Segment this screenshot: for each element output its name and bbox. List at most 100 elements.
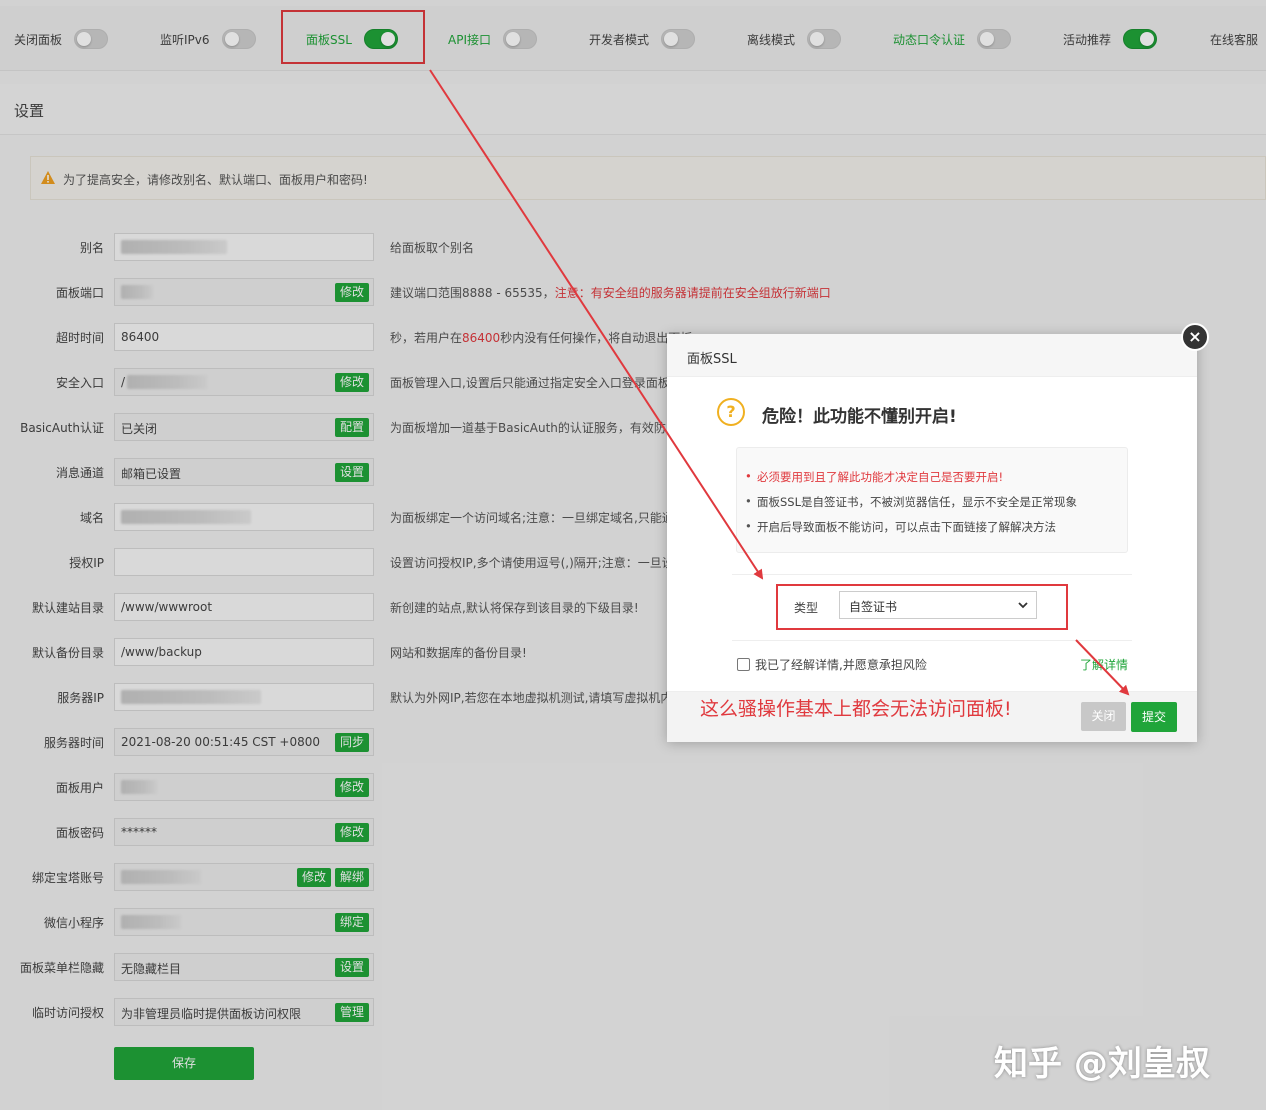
menu-hide-input[interactable]: 无隐藏栏目 设置 xyxy=(114,953,374,981)
close-button[interactable]: 关闭 xyxy=(1081,702,1126,731)
manage-button[interactable]: 管理 xyxy=(334,1003,369,1022)
temp-access-input[interactable]: 为非管理员临时提供面板访问权限 管理 xyxy=(114,998,374,1026)
modal-heading: 危险！此功能不懂别开启! xyxy=(762,407,957,427)
server-time-input[interactable]: 2021-08-20 00:51:45 CST +0800 同步 xyxy=(114,728,374,756)
panel-port-input[interactable]: 修改 xyxy=(114,278,374,306)
toggle-switch[interactable] xyxy=(1123,29,1158,49)
toggle-ipv6[interactable]: 监听IPv6 xyxy=(160,27,256,51)
hint-text-after: 秒内没有任何操作，将自动退出面板 xyxy=(500,331,693,345)
hint-text: 建议端口范围8888 - 65535， xyxy=(390,286,555,300)
edit-button[interactable]: 修改 xyxy=(296,868,331,887)
toggle-label: 监听IPv6 xyxy=(160,32,210,47)
backup-dir-input[interactable]: /www/backup xyxy=(114,638,374,666)
toggle-online-service[interactable]: 在线客服 xyxy=(1210,27,1266,51)
field-label: 安全入口 xyxy=(55,376,104,390)
field-value: /www/wwwroot xyxy=(121,600,213,614)
field-label: 默认备份目录 xyxy=(31,646,104,660)
message-channel-input[interactable]: 邮箱已设置 设置 xyxy=(114,458,374,486)
toggle-promo[interactable]: 活动推荐 xyxy=(1063,27,1158,51)
site-dir-input[interactable]: /www/wwwroot xyxy=(114,593,374,621)
row-wechat-miniapp: 微信小程序 绑定 xyxy=(0,908,1266,936)
blurred-value xyxy=(121,915,181,929)
annotation-text: 这么骚操作基本上都会无法访问面板! xyxy=(700,698,1012,720)
top-toggle-bar: 关闭面板 监听IPv6 面板SSL API接口 开发者模式 离线模式 动态口令认… xyxy=(0,6,1266,71)
toggle-switch[interactable] xyxy=(977,29,1012,49)
toggle-switch[interactable] xyxy=(221,29,256,49)
modal-title: 面板SSL xyxy=(687,352,737,367)
blurred-value xyxy=(121,285,153,299)
agree-checkbox[interactable] xyxy=(737,658,750,671)
toggle-offline[interactable]: 离线模式 xyxy=(747,27,842,51)
field-value: /www/backup xyxy=(121,645,202,659)
field-hint: 设置访问授权IP,多个请使用逗号(,)隔开;注意：一旦设 xyxy=(390,556,674,570)
list-item: 必须要用到且了解此功能才决定自己是否要开启! xyxy=(745,469,1003,485)
panel-password-input[interactable]: ****** 修改 xyxy=(114,818,374,846)
field-label: 临时访问授权 xyxy=(31,1006,104,1020)
alias-input[interactable] xyxy=(114,233,374,261)
row-panel-user: 面板用户 修改 xyxy=(0,773,1266,801)
ssl-highlight-box xyxy=(281,10,425,64)
blurred-value xyxy=(121,510,251,524)
divider xyxy=(732,640,1132,641)
toggle-label: 在线客服 xyxy=(1210,32,1259,47)
toggle-label: 离线模式 xyxy=(747,32,796,47)
edit-button[interactable]: 修改 xyxy=(334,373,369,392)
unbind-button[interactable]: 解绑 xyxy=(334,868,369,887)
edit-button[interactable]: 修改 xyxy=(334,283,369,302)
panel-user-input[interactable]: 修改 xyxy=(114,773,374,801)
field-hint: 给面板取个别名 xyxy=(390,241,475,255)
toggle-label: 动态口令认证 xyxy=(893,32,966,47)
toggle-close-panel[interactable]: 关闭面板 xyxy=(14,27,109,51)
field-value: ****** xyxy=(121,825,157,839)
agree-checkbox-row[interactable]: 我已了经解详情,并愿意承担风险 xyxy=(737,656,927,673)
toggle-switch[interactable] xyxy=(661,29,696,49)
row-alias: 别名 给面板取个别名 xyxy=(0,233,1266,261)
timeout-input[interactable]: 86400 xyxy=(114,323,374,351)
toggle-switch[interactable] xyxy=(503,29,537,49)
field-value: 已关闭 xyxy=(121,422,158,436)
field-value: 86400 xyxy=(121,330,160,344)
edit-button[interactable]: 修改 xyxy=(334,778,369,797)
submit-button[interactable]: 提交 xyxy=(1131,702,1177,732)
field-value: / xyxy=(121,375,126,389)
row-bt-account: 绑定宝塔账号 修改 解绑 xyxy=(0,863,1266,891)
bt-account-input[interactable]: 修改 解绑 xyxy=(114,863,374,891)
close-icon[interactable]: × xyxy=(1181,323,1209,351)
toggle-label: 活动推荐 xyxy=(1063,32,1112,47)
field-value: 2021-08-20 00:51:45 CST +0800 xyxy=(121,735,320,749)
field-hint: 建议端口范围8888 - 65535，注意：有安全组的服务器请提前在安全组放行新… xyxy=(390,284,831,301)
toggle-switch[interactable] xyxy=(74,29,109,49)
toggle-dev-mode[interactable]: 开发者模式 xyxy=(589,27,696,51)
field-label: 域名 xyxy=(79,511,104,525)
sync-button[interactable]: 同步 xyxy=(334,733,369,752)
field-hint: 网站和数据库的备份目录! xyxy=(390,646,527,660)
auth-ip-input[interactable] xyxy=(114,548,374,576)
save-button[interactable]: 保存 xyxy=(114,1047,254,1080)
field-value: 邮箱已设置 xyxy=(121,467,182,481)
domain-input[interactable] xyxy=(114,503,374,531)
toggle-api[interactable]: API接口 xyxy=(448,27,537,51)
bind-button[interactable]: 绑定 xyxy=(334,913,369,932)
toggle-switch[interactable] xyxy=(807,29,842,49)
wechat-input[interactable]: 绑定 xyxy=(114,908,374,936)
divider xyxy=(732,574,1132,575)
row-panel-port: 面板端口 修改 建议端口范围8888 - 65535，注意：有安全组的服务器请提… xyxy=(0,278,1266,306)
learn-more-link[interactable]: 了解详情 xyxy=(1080,656,1128,673)
field-hint: 为面板增加一道基于BasicAuth的认证服务，有效防 xyxy=(390,421,666,435)
security-entry-input[interactable]: / 修改 xyxy=(114,368,374,396)
basicauth-input[interactable]: 已关闭 配置 xyxy=(114,413,374,441)
toggle-otp[interactable]: 动态口令认证 xyxy=(893,27,1012,51)
field-hint: 新创建的站点,默认将保存到该目录的下级目录! xyxy=(390,601,639,615)
edit-button[interactable]: 修改 xyxy=(334,823,369,842)
set-button[interactable]: 设置 xyxy=(334,463,369,482)
server-ip-input[interactable] xyxy=(114,683,374,711)
hint-red-text: 86400 xyxy=(462,331,501,345)
hint-text: 秒，若用户在 xyxy=(390,331,463,345)
field-label: 面板密码 xyxy=(55,826,104,840)
ssl-modal: 面板SSL ? 危险！此功能不懂别开启! 必须要用到且了解此功能才决定自己是否要… xyxy=(667,334,1197,742)
row-menu-hide: 面板菜单栏隐藏 无隐藏栏目 设置 xyxy=(0,953,1266,981)
set-button[interactable]: 设置 xyxy=(334,958,369,977)
configure-button[interactable]: 配置 xyxy=(334,418,369,437)
field-value: 无隐藏栏目 xyxy=(121,962,182,976)
watermark: 知乎 @刘皇叔 xyxy=(994,1044,1210,1084)
